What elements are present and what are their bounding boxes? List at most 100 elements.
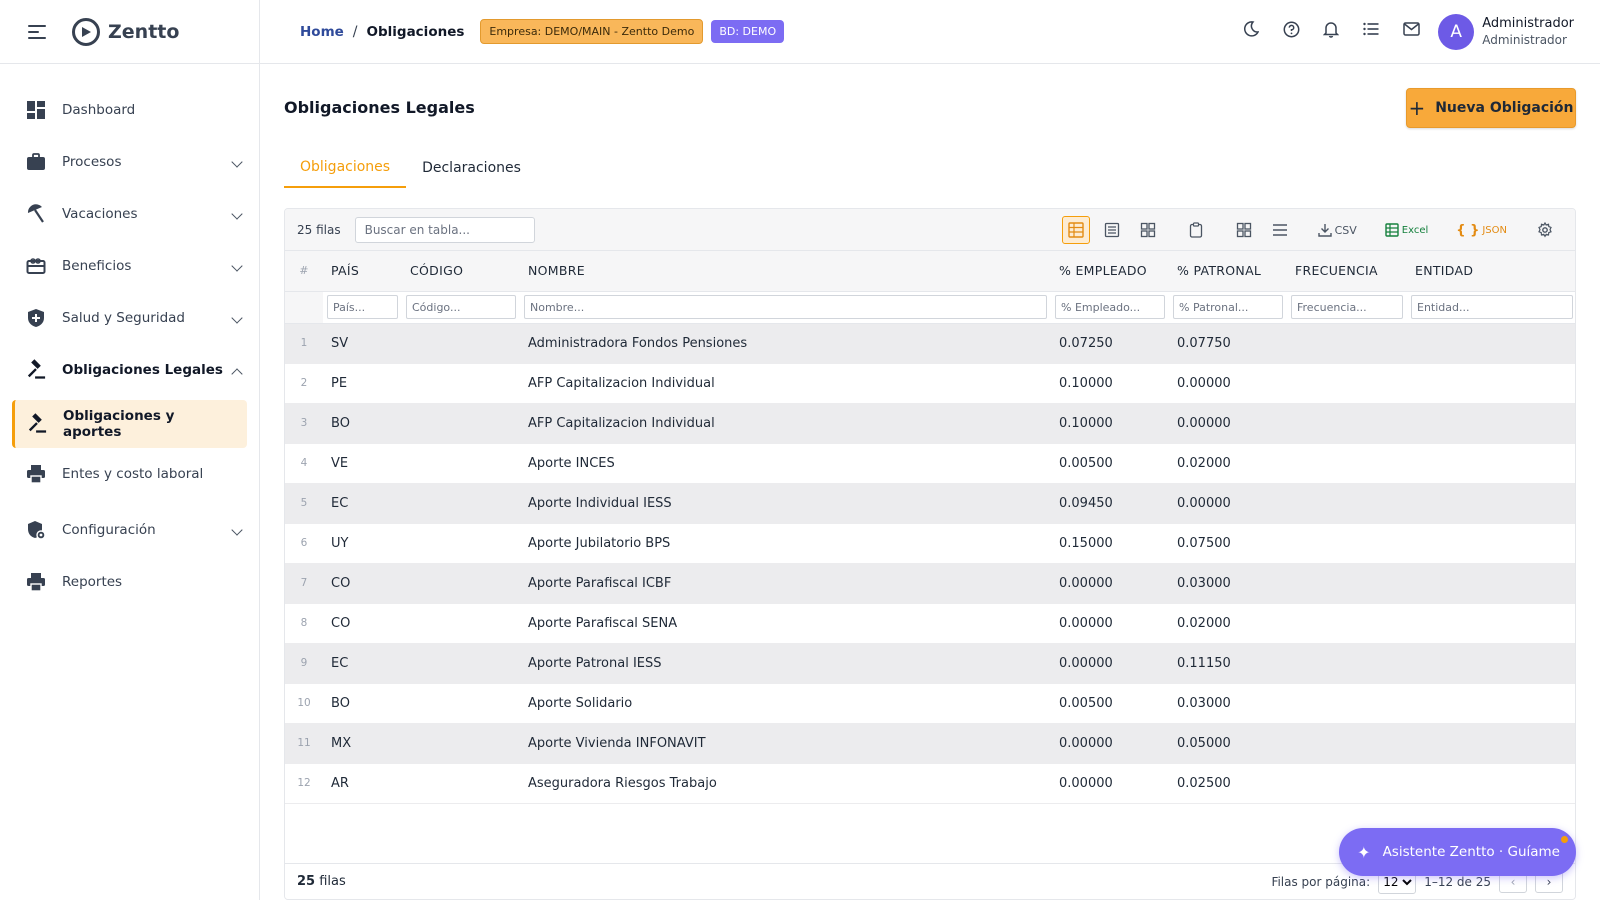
filter-entidad-input[interactable] xyxy=(1411,295,1573,319)
table-view-icon[interactable] xyxy=(1061,216,1090,244)
tab-obligaciones[interactable]: Obligaciones xyxy=(284,148,407,188)
table-row[interactable]: 3 BO AFP Capitalizacion Individual 0.10000 0… xyxy=(285,403,1575,444)
brand-name: Zentto xyxy=(108,20,180,43)
row-index: 11 xyxy=(285,723,323,764)
table-row[interactable]: 2 PE AFP Capitalizacion Individual 0.10000 0… xyxy=(285,363,1575,404)
card-view-icon[interactable] xyxy=(1134,216,1162,244)
col-header-empleado[interactable]: % EMPLEADO xyxy=(1051,251,1169,292)
col-header-patronal[interactable]: % PATRONAL xyxy=(1169,251,1287,292)
entidad-cell xyxy=(1407,643,1575,684)
frecuencia-cell xyxy=(1287,483,1407,524)
nombre-cell: AFP Capitalizacion Individual xyxy=(520,403,1051,444)
patronal-cell: 0.02500 xyxy=(1169,763,1287,804)
tab-declaraciones[interactable]: Declaraciones xyxy=(406,148,537,188)
sidebar-item-salud-seguridad[interactable]: Salud y Seguridad xyxy=(0,292,259,344)
filter-row xyxy=(285,291,1575,324)
excel-export-button[interactable]: Excel xyxy=(1381,216,1433,244)
menu-collapse-icon[interactable] xyxy=(28,24,46,39)
sidebar-item-beneficios[interactable]: Beneficios xyxy=(0,240,259,292)
sidebar-item-label: Obligaciones Legales xyxy=(62,362,223,378)
density-icon[interactable] xyxy=(1266,216,1294,244)
dashboard-icon xyxy=(26,100,46,120)
sidebar-item-dashboard[interactable]: Dashboard xyxy=(0,84,259,136)
row-index: 8 xyxy=(285,603,323,644)
codigo-cell xyxy=(402,323,520,364)
frecuencia-cell xyxy=(1287,403,1407,444)
col-header-codigo[interactable]: CÓDIGO xyxy=(402,251,520,292)
footer-count-suffix: filas xyxy=(319,874,346,889)
clipboard-icon[interactable] xyxy=(1182,216,1210,244)
assistant-button[interactable]: ✦ Asistente Zentto · Guíame xyxy=(1339,828,1576,876)
table-row[interactable]: 1 SV Administradora Fondos Pensiones 0.0725… xyxy=(285,323,1575,364)
table-row[interactable]: 5 EC Aporte Individual IESS 0.09450 0.00000 xyxy=(285,483,1575,524)
col-header-nombre[interactable]: NOMBRE xyxy=(520,251,1051,292)
sidebar-item-vacaciones[interactable]: Vacaciones xyxy=(0,188,259,240)
notifications-icon[interactable] xyxy=(1322,20,1340,38)
list-view-icon[interactable] xyxy=(1098,216,1126,244)
codigo-cell xyxy=(402,523,520,564)
briefcase-icon xyxy=(26,152,46,172)
col-header-entidad[interactable]: ENTIDAD xyxy=(1407,251,1575,292)
excel-icon xyxy=(1385,223,1399,237)
obligations-table: # PAÍS CÓDIGO NOMBRE % EMPLEADO % PATRON… xyxy=(285,251,1575,804)
csv-label: CSV xyxy=(1334,223,1357,237)
row-index: 2 xyxy=(285,363,323,404)
pais-cell: CO xyxy=(323,563,402,604)
empleado-cell: 0.10000 xyxy=(1051,403,1169,444)
nombre-cell: Aporte Patronal IESS xyxy=(520,643,1051,684)
sidebar-item-configuracion[interactable]: Configuración xyxy=(0,504,259,556)
sidebar-item-reportes[interactable]: Reportes xyxy=(0,556,259,608)
table-row[interactable]: 9 EC Aporte Patronal IESS 0.00000 0.11150 xyxy=(285,643,1575,684)
codigo-cell xyxy=(402,563,520,604)
filter-codigo-input[interactable] xyxy=(406,295,516,319)
empleado-cell: 0.00000 xyxy=(1051,603,1169,644)
empleado-cell: 0.10000 xyxy=(1051,363,1169,404)
chevron-down-icon xyxy=(231,524,243,536)
list-icon[interactable] xyxy=(1362,20,1380,38)
csv-export-button[interactable]: CSV xyxy=(1314,216,1361,244)
col-header-pais[interactable]: PAÍS xyxy=(323,251,402,292)
codigo-cell xyxy=(402,683,520,724)
nombre-cell: Aporte Vivienda INFONAVIT xyxy=(520,723,1051,764)
json-export-button[interactable]: { } JSON xyxy=(1452,216,1511,244)
table-row[interactable]: 7 CO Aporte Parafiscal ICBF 0.00000 0.03000 xyxy=(285,563,1575,604)
codigo-cell xyxy=(402,403,520,444)
table-row[interactable]: 4 VE Aporte INCES 0.00500 0.02000 xyxy=(285,443,1575,484)
sidebar-item-obligaciones-aportes[interactable]: Obligaciones y aportes xyxy=(12,400,247,448)
empleado-cell: 0.00000 xyxy=(1051,563,1169,604)
sidebar-item-label: Configuración xyxy=(62,522,156,538)
table-row[interactable]: 6 UY Aporte Jubilatorio BPS 0.15000 0.07500 xyxy=(285,523,1575,564)
patronal-cell: 0.00000 xyxy=(1169,483,1287,524)
dark-mode-icon[interactable] xyxy=(1242,20,1260,38)
empleado-cell: 0.00000 xyxy=(1051,643,1169,684)
columns-grid-icon[interactable] xyxy=(1230,216,1258,244)
sidebar-item-obligaciones-legales[interactable]: Obligaciones Legales xyxy=(0,344,259,396)
sidebar-item-procesos[interactable]: Procesos xyxy=(0,136,259,188)
table-search-input[interactable] xyxy=(354,216,535,243)
frecuencia-cell xyxy=(1287,363,1407,404)
sidebar-item-entes-costo[interactable]: Entes y costo laboral xyxy=(0,448,259,500)
help-icon[interactable] xyxy=(1282,20,1300,38)
user-menu[interactable]: A Administrador Administrador xyxy=(1438,14,1574,50)
table-row[interactable]: 11 MX Aporte Vivienda INFONAVIT 0.00000 0.05… xyxy=(285,723,1575,764)
frecuencia-cell xyxy=(1287,603,1407,644)
col-header-frecuencia[interactable]: FRECUENCIA xyxy=(1287,251,1407,292)
col-header-index: # xyxy=(285,251,323,292)
sidebar-item-label: Procesos xyxy=(62,154,122,170)
shield-plus-icon xyxy=(26,308,46,328)
new-obligation-button[interactable]: + Nueva Obligación xyxy=(1406,88,1576,128)
entidad-cell xyxy=(1407,603,1575,644)
filter-empleado-input[interactable] xyxy=(1055,295,1165,319)
mail-icon[interactable] xyxy=(1402,20,1420,38)
filter-nombre-input[interactable] xyxy=(524,295,1047,319)
empleado-cell: 0.15000 xyxy=(1051,523,1169,564)
table-row[interactable]: 12 AR Aseguradora Riesgos Trabajo 0.00000 0.… xyxy=(285,763,1575,804)
settings-gear-icon[interactable] xyxy=(1531,216,1559,244)
filter-pais-input[interactable] xyxy=(327,295,398,319)
breadcrumb-home[interactable]: Home xyxy=(300,24,344,40)
table-row[interactable]: 10 BO Aporte Solidario 0.00500 0.03000 xyxy=(285,683,1575,724)
table-row[interactable]: 8 CO Aporte Parafiscal SENA 0.00000 0.02000 xyxy=(285,603,1575,644)
patronal-cell: 0.07750 xyxy=(1169,323,1287,364)
filter-frecuencia-input[interactable] xyxy=(1291,295,1403,319)
filter-patronal-input[interactable] xyxy=(1173,295,1283,319)
